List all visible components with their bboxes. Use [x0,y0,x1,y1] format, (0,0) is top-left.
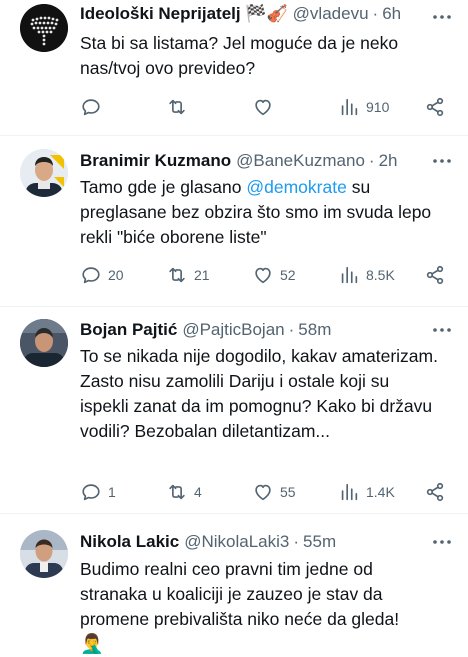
views-chart-icon [341,266,358,284]
retweet-icon [169,484,185,500]
reply-button[interactable]: 1 [80,480,116,504]
tweet-4[interactable]: Nikola Lakic @NikolaLaki3 · 55m Budimo r… [0,515,468,657]
more-options-icon[interactable] [430,149,454,173]
tweet-text: Budimo realni ceo pravni tim jedne od st… [80,557,442,657]
tweet-actions: 20 21 52 8.5K [80,263,456,287]
avatar-portrait-image [20,149,68,197]
avatar-portrait-image [20,530,68,578]
tweet-header: Bojan Pajtić @PajticBojan · 58m [80,318,456,342]
user-handle[interactable]: @BaneKuzmano [236,149,365,173]
retweet-icon [169,267,185,283]
retweet-icon [169,99,185,115]
reply-icon [82,267,100,284]
like-count: 55 [280,484,296,500]
more-options-icon[interactable] [430,5,454,29]
retweet-button[interactable]: 4 [166,480,202,504]
display-name[interactable]: Branimir Kuzmano [80,149,231,173]
retweet-count: 4 [194,484,202,500]
separator-dot: · [293,532,300,551]
views-button[interactable]: 1.4K [338,480,395,504]
user-handle[interactable]: @vladevu [293,2,369,26]
heart-icon [255,484,271,501]
timestamp[interactable]: 2h [379,149,398,173]
tweet-text: Tamo gde je glasano @demokrate su pregla… [80,175,442,250]
avatar[interactable] [20,149,68,197]
user-handle[interactable]: @PajticBojan [182,318,284,342]
avatar-portrait-image [20,319,68,367]
timestamp[interactable]: 6h [382,2,401,26]
views-chart-icon [341,483,358,501]
like-count: 52 [280,267,296,283]
share-icon [426,265,444,285]
views-chart-icon [341,98,358,116]
like-button[interactable] [252,95,280,119]
separator-dot: · [288,320,295,339]
reply-button[interactable] [80,95,108,119]
avatar[interactable] [20,4,68,52]
reply-icon [82,484,100,501]
retweet-button[interactable] [166,95,194,119]
share-button[interactable] [424,95,446,119]
display-name[interactable]: Ideološki Neprijatelj 🏁🎻 [80,2,288,26]
tweet-text: To se nikada nije dogodilo, kakav amater… [80,346,438,441]
more-options-icon[interactable] [430,318,454,342]
timestamp[interactable]: 55m [303,530,336,554]
like-button[interactable]: 55 [252,480,296,504]
view-count: 8.5K [366,267,395,283]
timestamp[interactable]: 58m [298,318,331,342]
heart-icon [255,99,271,116]
avatar[interactable] [20,530,68,578]
views-button[interactable]: 910 [338,95,389,119]
views-button[interactable]: 8.5K [338,263,395,287]
tweet-actions: 1 4 55 1.4K [80,480,456,504]
reply-icon [82,99,100,116]
reply-count: 1 [108,484,116,500]
facepalm-emoji-icon: 🤦‍♂️ [80,634,104,655]
share-icon [426,482,444,502]
heart-icon [255,267,271,284]
reply-button[interactable]: 20 [80,263,124,287]
separator-dot: · [368,151,375,170]
reply-count: 20 [108,267,124,283]
display-name[interactable]: Bojan Pajtić [80,318,177,342]
separator-dot: · [372,4,379,23]
more-options-icon[interactable] [430,530,454,554]
display-name[interactable]: Nikola Lakic [80,530,179,554]
share-button[interactable] [424,480,446,504]
tweet-header: Nikola Lakic @NikolaLaki3 · 55m [80,530,456,554]
avatar-dotted-pattern-image [20,4,68,52]
tweet-text-part: Budimo realni ceo pravni tim jedne od st… [80,559,400,629]
view-count: 1.4K [366,484,395,500]
share-button[interactable] [424,263,446,287]
share-icon [426,97,444,117]
tweet-header: Branimir Kuzmano @BaneKuzmano · 2h [80,149,456,173]
tweet-text-part: Tamo gde je glasano [80,177,247,197]
tweet-3[interactable]: Bojan Pajtić @PajticBojan · 58m To se ni… [0,308,468,514]
user-handle[interactable]: @NikolaLaki3 [184,530,289,554]
tweet-actions: 910 [80,95,456,119]
retweet-button[interactable]: 21 [166,263,210,287]
tweet-2[interactable]: Branimir Kuzmano @BaneKuzmano · 2h Tamo … [0,137,468,307]
retweet-count: 21 [194,267,210,283]
view-count: 910 [366,99,390,115]
tweet-1[interactable]: Ideološki Neprijatelj 🏁🎻 @vladevu · 6h S… [0,0,468,136]
avatar[interactable] [20,319,68,367]
tweet-text: Sta bi sa listama? Jel moguće da je neko… [80,33,399,78]
like-button[interactable]: 52 [252,263,296,287]
mention-link[interactable]: @demokrate [246,177,346,197]
tweet-header: Ideološki Neprijatelj 🏁🎻 @vladevu · 6h [80,2,456,26]
